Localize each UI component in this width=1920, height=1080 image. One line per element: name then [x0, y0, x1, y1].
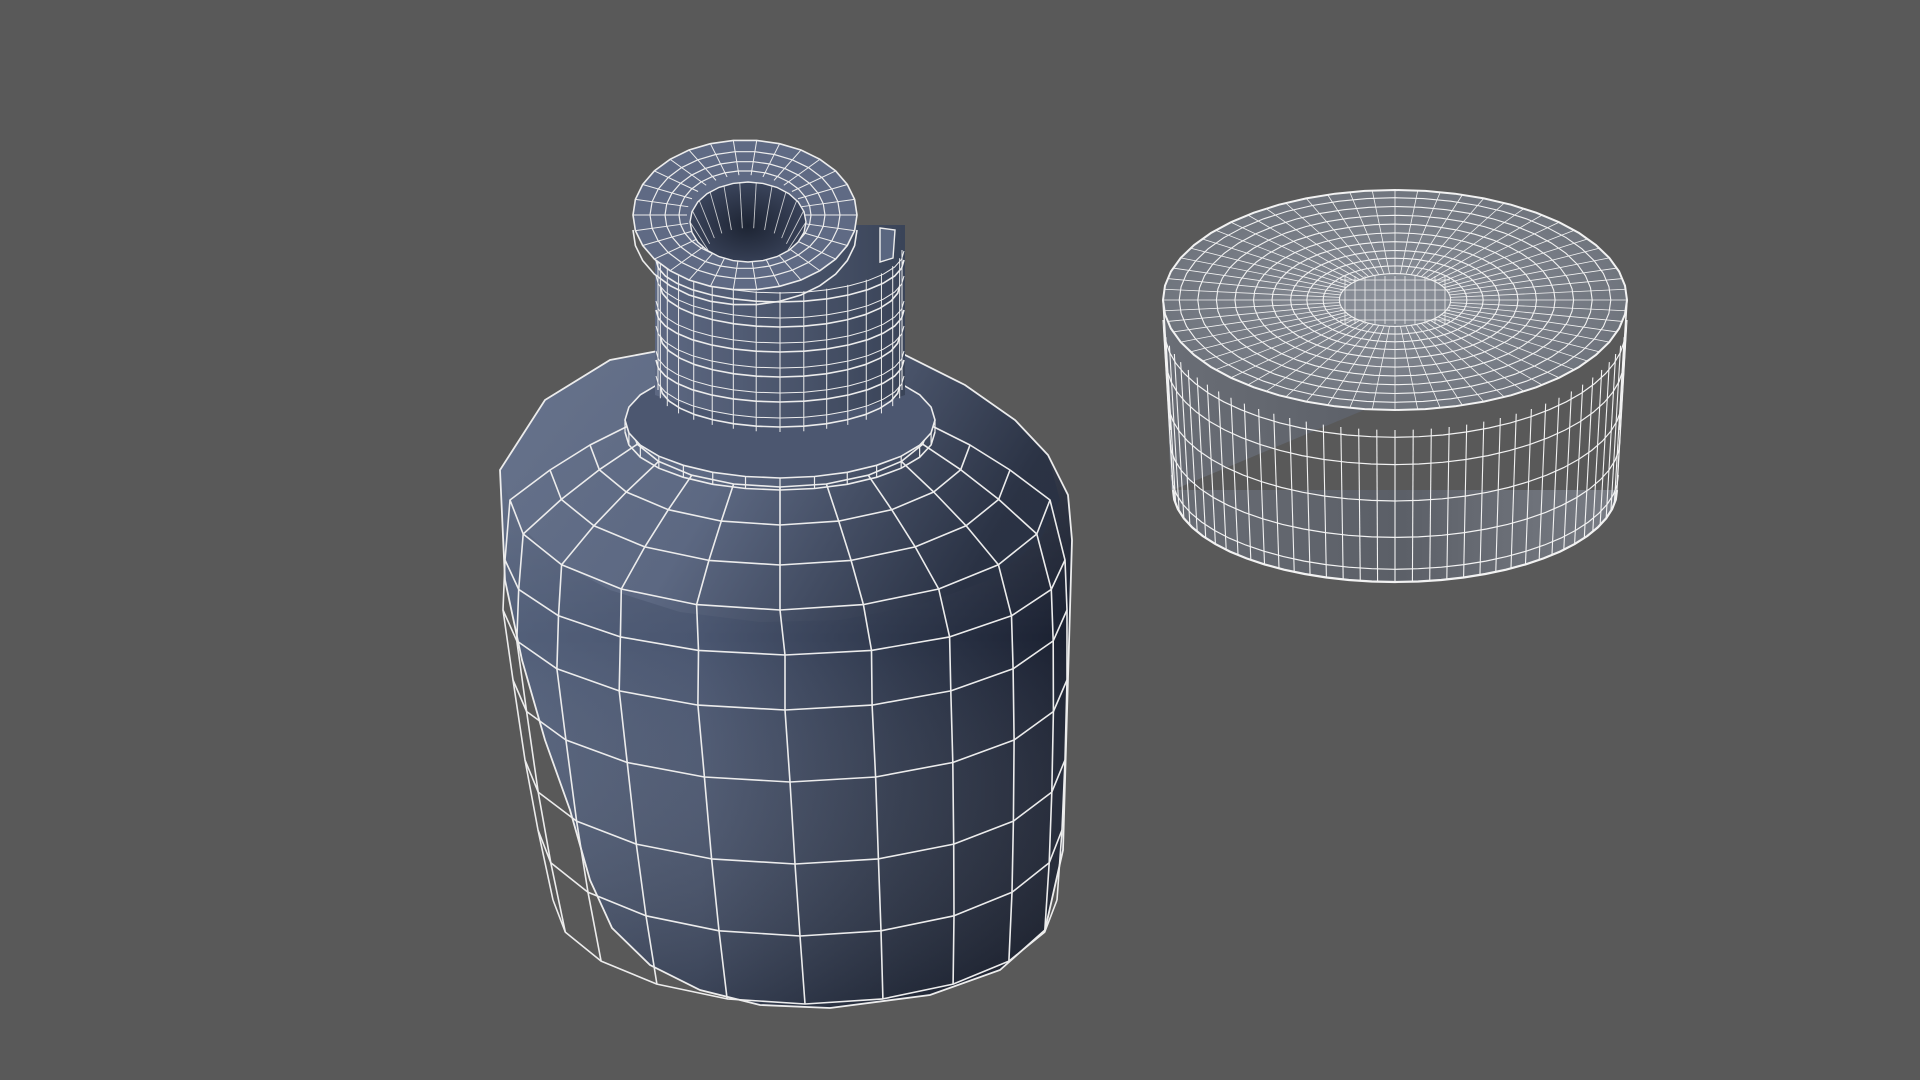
cap-ridge-1	[1615, 328, 1627, 498]
cap-ridge-21	[1376, 429, 1379, 582]
cap-object[interactable]	[1161, 188, 1629, 584]
mouth-opening	[689, 181, 807, 263]
cap-top	[1161, 188, 1629, 412]
scene-canvas[interactable]	[0, 0, 1920, 1080]
cap-ridge-19	[1411, 429, 1414, 582]
thread-tab	[879, 227, 896, 263]
bottle-object[interactable]	[499, 139, 1073, 1009]
3d-viewport[interactable]	[0, 0, 1920, 1080]
